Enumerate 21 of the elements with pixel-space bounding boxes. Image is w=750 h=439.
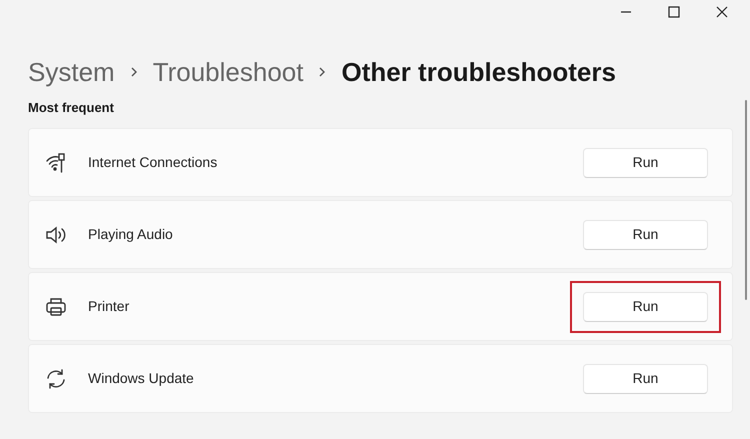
printer-icon [45, 296, 67, 318]
wifi-icon [45, 152, 67, 174]
run-button[interactable]: Run [583, 220, 708, 250]
run-button[interactable]: Run [583, 292, 708, 322]
troubleshooter-name: Printer [88, 297, 130, 316]
run-button[interactable]: Run [583, 148, 708, 178]
chevron-icon [130, 67, 137, 77]
scrollbar[interactable] [745, 100, 747, 300]
chevron-icon [319, 67, 326, 77]
troubleshooter-name: Playing Audio [88, 225, 174, 244]
minimize-icon[interactable] [619, 11, 633, 13]
maximize-icon[interactable] [668, 6, 680, 18]
run-button[interactable]: Run [583, 364, 708, 394]
troubleshooter-name: Internet Connections [88, 153, 218, 172]
close-icon[interactable] [716, 6, 728, 18]
refresh-icon [45, 368, 67, 390]
section-heading: Most frequent [28, 99, 114, 117]
breadcrumb-link[interactable]: Troubleshoot [152, 52, 304, 92]
page-title: Other troubleshooters [341, 56, 616, 88]
breadcrumb-link[interactable]: System [28, 52, 115, 92]
troubleshooter-name: Windows Update [88, 369, 195, 388]
